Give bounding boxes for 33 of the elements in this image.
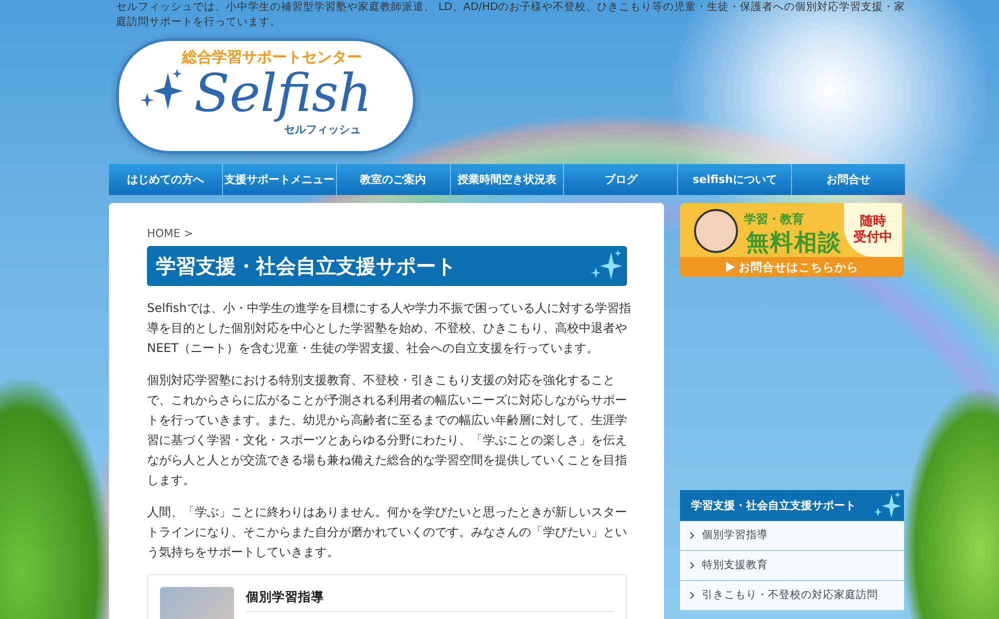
card-title: 個別学習指導 xyxy=(246,587,614,612)
side-menu-title: 学習支援・社会自立支援サポート xyxy=(691,498,856,513)
service-card[interactable]: 個別学習指導 xyxy=(147,574,627,619)
banner-cta: お問合せはこちらから xyxy=(738,260,858,274)
banner-label: 学習・教育 xyxy=(744,211,804,228)
logo-name: Selfish xyxy=(194,64,372,124)
chevron-icon xyxy=(690,532,694,539)
body-paragraph: Selfishでは、小・中学生の進学を目標にする人や学力不振で困っている人に対する学習指導を目的とした個別対応を中心とした学習塾を始め、不登校、ひきこもり、高校中退者やNEET（ニート）を含む児童・生徒の学習支援、社会への自立支援を行っています。 xyxy=(147,300,631,357)
site-tagline: セルフィッシュでは、小中学生の補習型学習塾や家庭教師派遣、 LD、AD/HDのお子様や不登校、ひきこもり等の児童・生徒・保護者への個別対応学習支援・家庭訪問サポートを行っています。 xyxy=(116,0,906,30)
side-menu-item[interactable]: 個別学習指導 xyxy=(680,521,904,551)
nav-item[interactable]: お問合せ xyxy=(791,164,906,195)
breadcrumb-link[interactable]: HOME > xyxy=(147,227,627,240)
logo-kana: セルフィッシュ xyxy=(284,122,361,137)
chevron-icon xyxy=(690,562,694,569)
nav-item[interactable]: はじめての方へ xyxy=(109,164,222,195)
nav-item[interactable]: ブログ xyxy=(563,164,678,195)
banner-title: 無料相談 xyxy=(746,229,842,258)
body-paragraph: 個別対応学習塾における特別支援教育、不登校・引きこもり支援の対応を強化することで、これからさらに広がることが予測される利用者の幅広いニーズに対応しながらサポートを行っていきます。また、幼児から高齢者に至るまでの幅広い年齢層に対して、生涯学習に基づく学習・文化・スポーツとあらゆる分野にわたり、「学ぶことの楽しさ」を伝えながら人と人とが交流できる場も兼ね備えた総合的な学習空間を提供していくことを目指します。 xyxy=(147,372,628,489)
nav-item[interactable]: 支援サポートメニュー xyxy=(222,164,336,195)
banner-badge: 随時 受付中 xyxy=(844,203,902,257)
logo[interactable]: 総合学習サポートセンター Selfish セルフィッシュ xyxy=(116,38,416,154)
body-paragraph: 人間、「学ぶ」ことに終わりはありません。何かを学びたいと思ったときが新しいスタートラインになり、そこからまた自分が磨かれていくのです。みなさんの「学びたい」という気持ちをサポートしていきます。 xyxy=(147,504,628,561)
nav-item[interactable]: 教室のご案内 xyxy=(336,164,450,195)
page-heading: 学習支援・社会自立支援サポート xyxy=(156,252,456,280)
consultation-banner[interactable]: 学習・教育 無料相談 随時 受付中 お問合せはこちらから xyxy=(680,203,904,277)
side-menu-item[interactable]: 引きこもり・不登校の対応家庭訪問 xyxy=(680,581,904,611)
side-menu-item[interactable]: 特別支援教育 xyxy=(680,551,904,581)
chevron-icon xyxy=(690,592,694,599)
logo-subtitle: 総合学習サポートセンター xyxy=(182,48,362,67)
avatar-icon xyxy=(694,209,738,253)
nav-item[interactable]: 授業時間空き状況表 xyxy=(450,164,564,195)
play-icon xyxy=(726,262,734,272)
nav-item[interactable]: selfishについて xyxy=(677,164,792,195)
